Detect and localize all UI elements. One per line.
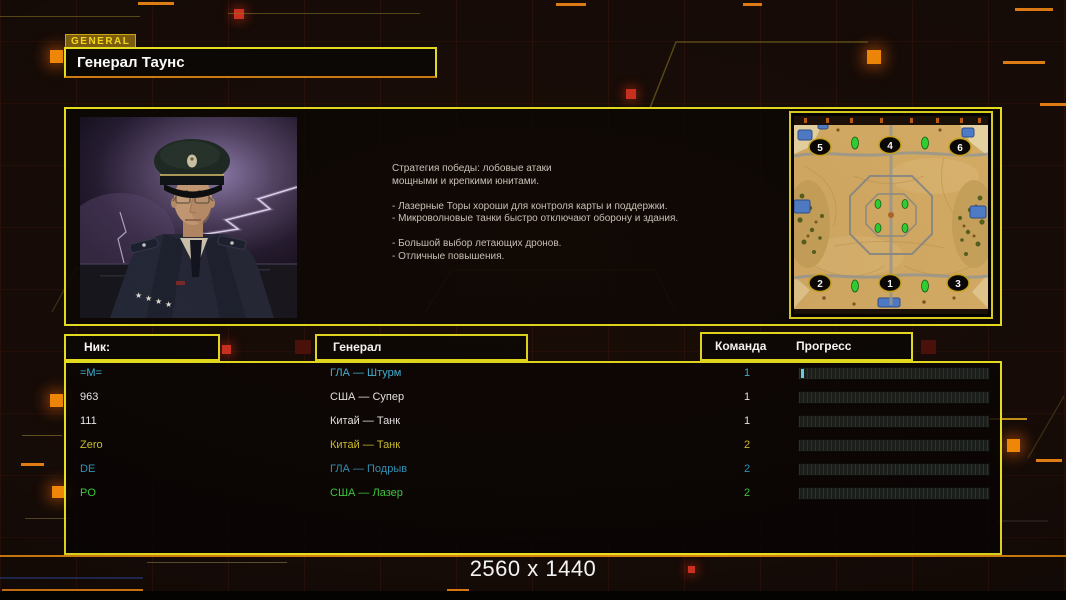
deco-square: [234, 9, 244, 19]
spawn-point-4: 4: [887, 141, 893, 152]
briefing-line: - Лазерные Торы хороши для контроля карт…: [392, 200, 668, 212]
team-header-label: Команда: [715, 339, 767, 353]
deco-square: [1007, 439, 1020, 452]
deco-dash: [1036, 459, 1062, 462]
deco-dash: [743, 3, 762, 6]
deco-dash: [1040, 103, 1066, 106]
player-team: 1: [743, 415, 751, 427]
briefing-line: - Отличные повышения.: [392, 250, 505, 262]
deco-dash: [138, 2, 174, 5]
deco-line: [0, 16, 140, 17]
svg-text:★: ★: [165, 300, 172, 309]
svg-text:★: ★: [155, 297, 162, 306]
team-progress-header: Команда Прогресс: [700, 332, 913, 361]
player-team: 2: [743, 463, 751, 475]
spawn-point-5: 5: [817, 143, 823, 154]
player-row: =M= ГЛА — Штурм 1: [66, 363, 1000, 385]
player-row: PO США — Лазер 2: [66, 481, 1000, 505]
player-nick: =M=: [80, 367, 103, 379]
general-info-panel: ★ ★ ★ ★ Стратегия победы: лобовые атаки …: [64, 107, 1002, 326]
deco-square: [50, 394, 63, 407]
general-header-label: Генерал: [333, 340, 382, 354]
general-name-box: Генерал Таунс: [64, 47, 437, 78]
general-column-header: Генерал: [315, 334, 528, 361]
player-nick: Zero: [80, 439, 103, 451]
progress-bar: [798, 487, 990, 500]
deco-dash: [1015, 8, 1053, 11]
nick-header-label: Ник:: [84, 340, 111, 354]
spawn-point-3: 3: [955, 279, 961, 290]
deco-square: [626, 89, 636, 99]
progress-cursor: [801, 369, 804, 378]
deco-square: [52, 486, 64, 498]
player-row: 963 США — Супер 1: [66, 385, 1000, 409]
player-team: 1: [743, 391, 751, 403]
progress-bar: [798, 439, 990, 452]
deco-square: [50, 50, 63, 63]
svg-text:★: ★: [135, 291, 142, 300]
map-preview: 5 4 6 2 1 3: [786, 111, 996, 319]
deco-square: [867, 50, 881, 64]
player-nick: 111: [80, 415, 97, 427]
briefing-line: - Большой выбор летающих дронов.: [392, 238, 562, 249]
player-general: США — Лазер: [330, 487, 403, 499]
player-nick: DE: [80, 463, 96, 475]
deco-square: [295, 340, 311, 354]
player-general: Китай — Танк: [330, 439, 401, 451]
resolution-label: 2560 x 1440: [469, 556, 597, 581]
strategy-briefing: Стратегия победы: лобовые атаки мощными …: [392, 163, 762, 263]
briefing-line: - Микроволновые танки быстро отключают о…: [392, 213, 679, 224]
svg-text:★: ★: [145, 294, 152, 303]
briefing-line: мощными и крепкими юнитами.: [392, 175, 539, 187]
player-row: DE ГЛА — Подрыв 2: [66, 457, 1000, 481]
player-team: 2: [743, 487, 751, 499]
briefing-line: [392, 226, 762, 239]
progress-bar: [798, 463, 990, 476]
player-list-panel: =M= ГЛА — Штурм 1 963 США — Супер 1 111 …: [64, 361, 1002, 555]
player-nick: PO: [80, 487, 96, 499]
deco-square: [921, 340, 936, 354]
deco-line: [228, 13, 420, 14]
general-portrait: ★ ★ ★ ★: [65, 117, 298, 318]
deco-square: [222, 345, 231, 354]
spawn-point-6: 6: [957, 143, 963, 154]
spawn-point-1: 1: [887, 279, 893, 290]
deco-dash: [1003, 61, 1045, 64]
player-nick: 963: [80, 391, 99, 403]
deco-dash: [556, 3, 586, 6]
progress-header-label: Прогресс: [796, 339, 852, 353]
general-name: Генерал Таунс: [77, 54, 185, 71]
player-general: ГЛА — Штурм: [330, 367, 402, 379]
player-general: Китай — Танк: [330, 415, 401, 427]
deco-line: [22, 435, 62, 436]
player-general: ГЛА — Подрыв: [330, 463, 408, 475]
nick-column-header: Ник:: [64, 334, 220, 361]
briefing-line: [392, 188, 762, 201]
player-team: 1: [743, 367, 751, 379]
deco-dash: [21, 463, 44, 466]
spawn-point-2: 2: [817, 279, 823, 290]
player-team: 2: [743, 439, 751, 451]
progress-bar: [798, 415, 990, 428]
player-row: Zero Китай — Танк 2: [66, 433, 1000, 457]
bottom-black-strip: [0, 591, 1066, 600]
loading-screen: GENERAL Генерал Таунс ★ ★ ★ ★ Стратегия …: [0, 0, 1066, 600]
player-row: 111 Китай — Танк 1: [66, 409, 1000, 433]
briefing-line: Стратегия победы: лобовые атаки: [392, 163, 552, 174]
player-general: США — Супер: [330, 391, 405, 403]
progress-bar: [798, 367, 990, 380]
progress-bar: [798, 391, 990, 404]
